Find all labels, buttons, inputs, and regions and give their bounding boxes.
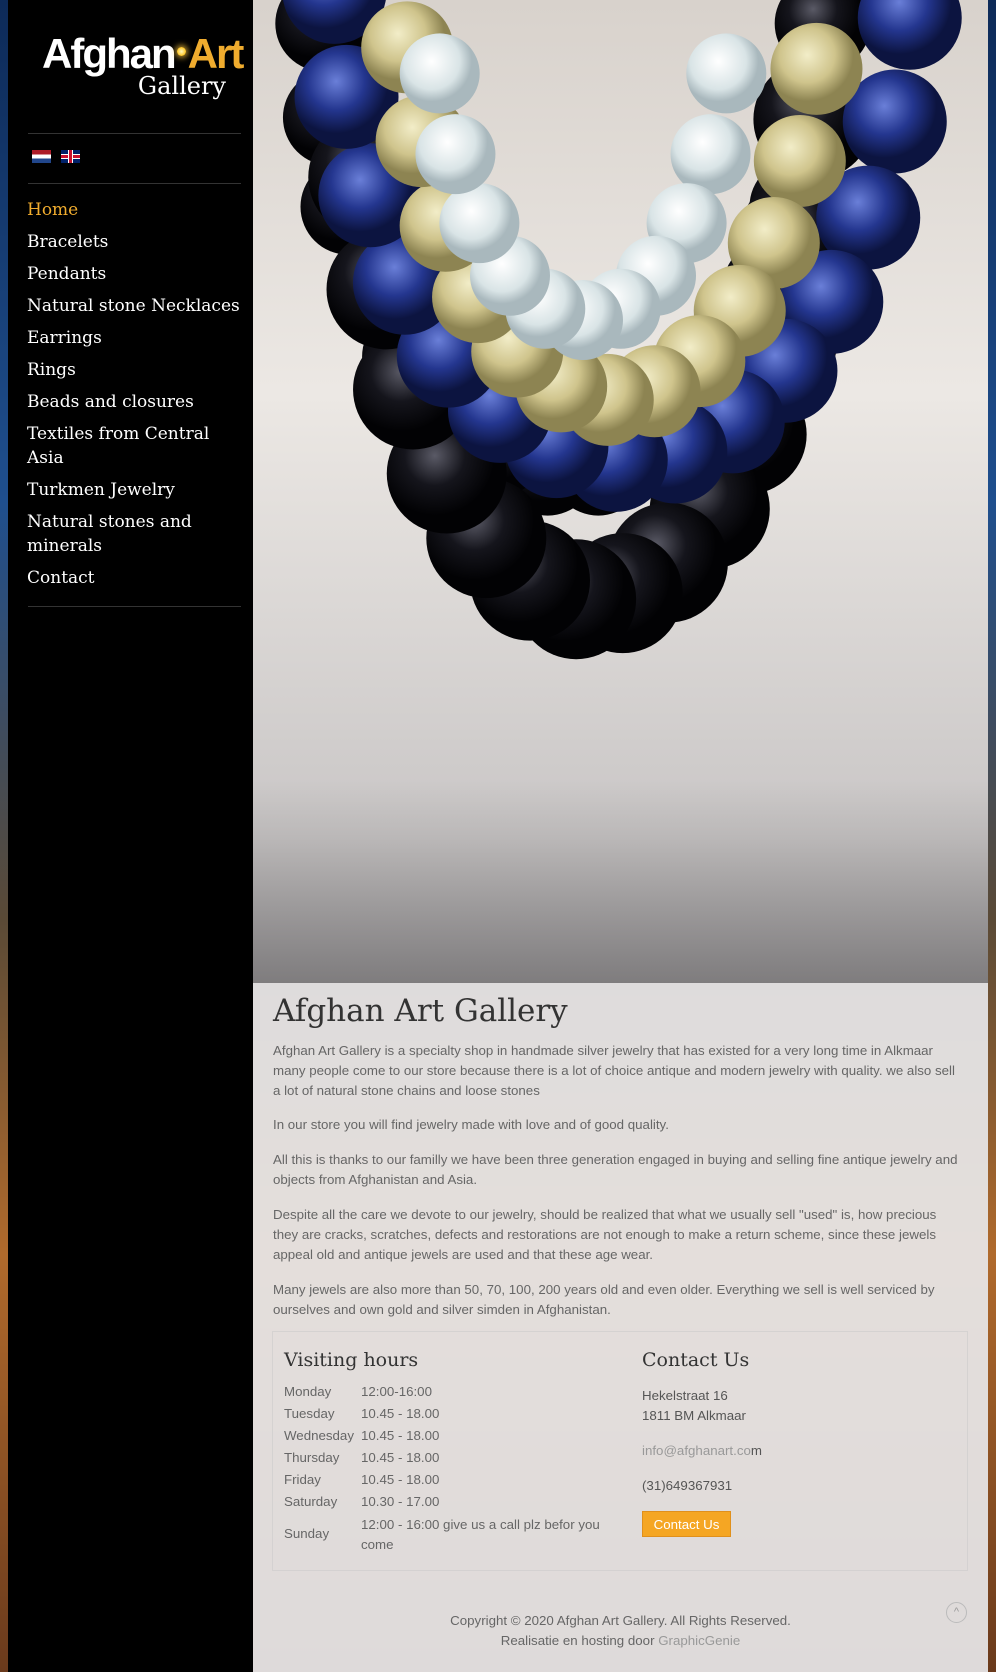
hours-day: Thursday <box>284 1450 340 1465</box>
main-nav: Home Bracelets Pendants Natural stone Neckl… <box>27 198 242 598</box>
email-tail: m <box>750 1443 762 1458</box>
site-logo[interactable]: Afghan Art Gallery <box>34 30 244 105</box>
hours-row: Friday 10.45 - 18.00 <box>284 1469 601 1491</box>
nav-item-earrings[interactable]: Earrings <box>27 326 242 350</box>
hours-time: 12:00-16:00 <box>361 1384 432 1399</box>
footer-hosting: Realisatie en hosting door GraphicGenie <box>253 1631 988 1651</box>
hours-row: Saturday 10.30 - 17.00 <box>284 1491 601 1513</box>
bead <box>770 22 863 115</box>
nav-item-pendants[interactable]: Pendants <box>27 262 242 286</box>
bead <box>857 0 962 70</box>
sidebar: Afghan Art Gallery Home Bracelets Pendants N… <box>8 0 253 1672</box>
intro-paragraph: In our store you will find jewelry made … <box>273 1117 669 1132</box>
contact-title: Contact Us <box>642 1349 750 1371</box>
intro-paragraph: Many jewels are also more than 50, 70, 1… <box>273 1282 935 1317</box>
hours-day: Saturday <box>284 1494 338 1509</box>
hours-day: Tuesday <box>284 1406 335 1421</box>
bead <box>439 183 520 264</box>
contact-street: Hekelstraat 16 <box>642 1388 728 1403</box>
logo-sun-icon <box>176 47 186 57</box>
hours-day: Monday <box>284 1384 332 1399</box>
bead <box>670 114 751 195</box>
scroll-to-top-icon[interactable]: ^ <box>946 1602 967 1623</box>
visiting-hours-table: Monday 12:00-16:00 Tuesday 10.45 - 18.00 Wed… <box>284 1381 601 1555</box>
nav-item-rings[interactable]: Rings <box>27 358 242 382</box>
logo-text: Afghan Art <box>42 30 244 77</box>
visiting-hours-title: Visiting hours <box>284 1349 419 1371</box>
intro-paragraph: Despite all the care we devote to our je… <box>273 1207 937 1262</box>
hours-time: 10.45 - 18.00 <box>361 1450 440 1465</box>
bead <box>399 33 480 114</box>
hours-row: Wednesday 10.45 - 18.00 <box>284 1425 601 1447</box>
hours-time: 12:00 - 16:00 give us a call plz befor y… <box>361 1517 600 1552</box>
sidebar-divider-top <box>28 133 241 134</box>
logo-subtitle: Gallery <box>137 72 226 100</box>
nav-item-textiles-from-central-asia[interactable]: Textiles from Central Asia <box>27 422 242 470</box>
hero-necklace-image <box>253 0 988 983</box>
contact-email: info@afghanart.com <box>642 1441 762 1461</box>
page-title: Afghan Art Gallery <box>273 993 568 1029</box>
necklace-photo <box>253 0 988 983</box>
uk-flag-icon[interactable] <box>61 150 80 163</box>
nav-item-natural-stones-and-minerals[interactable]: Natural stones and minerals <box>27 510 242 558</box>
bead <box>686 33 767 114</box>
graphicgenie-link[interactable]: GraphicGenie <box>658 1633 740 1648</box>
hours-day: Sunday <box>284 1526 330 1541</box>
hours-time: 10.45 - 18.00 <box>361 1406 440 1421</box>
nav-item-beads-and-closures[interactable]: Beads and closures <box>27 390 242 414</box>
nav-item-natural-stone-necklaces[interactable]: Natural stone Necklaces <box>27 294 242 318</box>
bead <box>753 114 846 207</box>
nl-flag-icon[interactable] <box>32 150 51 163</box>
nav-item-contact[interactable]: Contact <box>27 566 242 590</box>
hours-row: Thursday 10.45 - 18.00 <box>284 1447 601 1469</box>
sidebar-divider-bottom <box>28 606 241 607</box>
language-switcher <box>32 150 90 164</box>
contact-phone: (31)649367931 <box>642 1478 733 1493</box>
email-link[interactable]: info@afghanart.co <box>642 1443 751 1458</box>
sidebar-divider-middle <box>28 183 241 184</box>
footer-copyright: Copyright © 2020 Afghan Art Gallery. All… <box>450 1613 791 1628</box>
hours-time: 10.30 - 17.00 <box>361 1494 440 1509</box>
hours-day: Friday <box>284 1472 321 1487</box>
hours-time: 10.45 - 18.00 <box>361 1428 440 1443</box>
hours-row: Tuesday 10.45 - 18.00 <box>284 1403 601 1425</box>
nav-item-bracelets[interactable]: Bracelets <box>27 230 242 254</box>
intro-paragraph: All this is thanks to our familly we hav… <box>273 1152 958 1187</box>
nav-item-home[interactable]: Home <box>27 198 242 222</box>
hosting-prefix: Realisatie en hosting door <box>500 1633 659 1648</box>
intro-paragraph: Afghan Art Gallery is a specialty shop i… <box>273 1043 955 1098</box>
bead <box>415 114 496 195</box>
hours-day: Wednesday <box>284 1428 354 1443</box>
nav-item-turkmen-jewelry[interactable]: Turkmen Jewelry <box>27 478 242 502</box>
hours-row: Sunday 12:00 - 16:00 give us a call plz b… <box>284 1513 601 1555</box>
hours-time: 10.45 - 18.00 <box>361 1472 440 1487</box>
contact-city: 1811 BM Alkmaar <box>642 1408 746 1423</box>
contact-us-button[interactable]: Contact Us <box>642 1511 731 1537</box>
hours-row: Monday 12:00-16:00 <box>284 1381 601 1403</box>
